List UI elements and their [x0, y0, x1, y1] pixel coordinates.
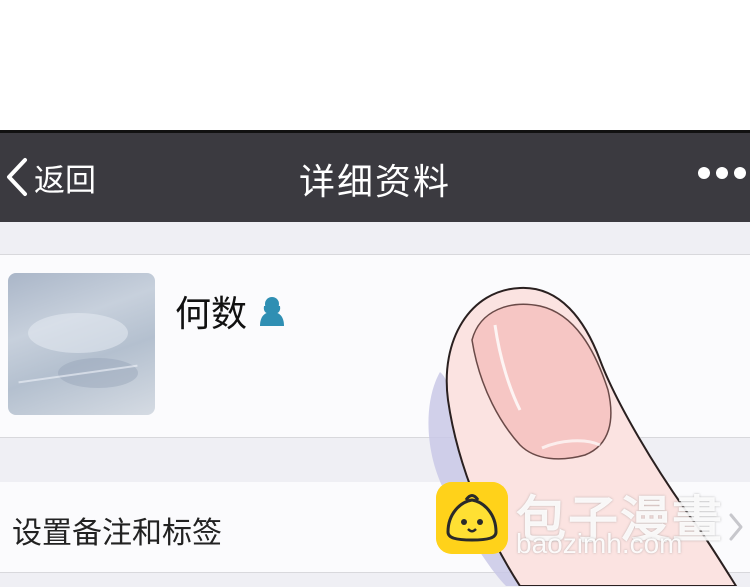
- page-title: 详细资料: [298, 162, 451, 203]
- contact-name: 何数: [175, 294, 248, 335]
- navigation-bar: 返回 详细资料: [0, 130, 750, 222]
- dot: [698, 167, 710, 179]
- baozi-logo-icon: [436, 482, 508, 554]
- dot: [716, 167, 728, 179]
- section-spacer: [0, 437, 750, 483]
- section-spacer: [0, 222, 750, 255]
- female-user-icon: [260, 297, 285, 326]
- avatar[interactable]: [8, 273, 155, 415]
- watermark-url: baozimh.com: [516, 528, 683, 559]
- profile-card[interactable]: 何数: [0, 255, 750, 437]
- watermark: 包子漫畫 baozimh.com: [436, 480, 750, 586]
- top-blank-area: [0, 0, 750, 130]
- name-row: 何数: [175, 285, 287, 337]
- more-dots-icon[interactable]: [698, 167, 746, 179]
- dot: [734, 167, 746, 179]
- remark-label: 设置备注和标签: [12, 516, 222, 551]
